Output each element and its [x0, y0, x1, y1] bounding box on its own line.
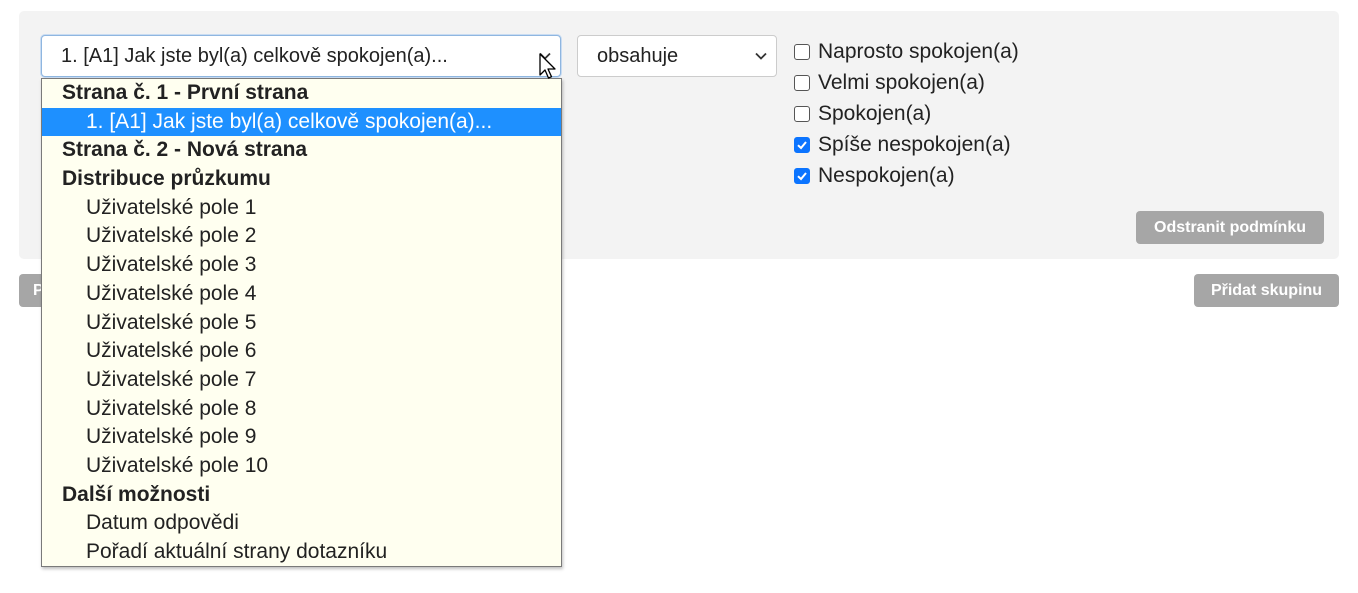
answer-option[interactable]: Nespokojen(a) — [793, 160, 1019, 191]
mouse-cursor-icon — [539, 53, 556, 79]
answer-checkbox[interactable] — [794, 167, 810, 184]
dropdown-option[interactable]: Uživatelské pole 7 — [42, 366, 561, 395]
answer-option[interactable]: Velmi spokojen(a) — [793, 67, 1019, 98]
checkmark-icon — [797, 171, 807, 180]
answer-checkbox[interactable] — [794, 136, 810, 153]
dropdown-option[interactable]: Uživatelské pole 8 — [42, 395, 561, 424]
chevron-down-icon — [755, 52, 767, 60]
question-select-value: 1. [A1] Jak jste byl(a) celkově spokojen… — [61, 45, 448, 67]
add-condition-button-label: P — [33, 282, 44, 299]
answer-checkbox[interactable] — [794, 105, 810, 122]
answer-checkbox[interactable] — [794, 43, 810, 60]
answer-option[interactable]: Naprosto spokojen(a) — [793, 36, 1019, 67]
dropdown-option[interactable]: Uživatelské pole 10 — [42, 452, 561, 481]
dropdown-option[interactable]: Pořadí aktuální strany dotazníku — [42, 538, 561, 567]
answer-label: Naprosto spokojen(a) — [818, 39, 1019, 63]
dropdown-option[interactable]: Uživatelské pole 9 — [42, 423, 561, 452]
answer-option[interactable]: Spokojen(a) — [793, 98, 1019, 129]
answer-label: Nespokojen(a) — [818, 163, 955, 187]
dropdown-option[interactable]: Uživatelské pole 4 — [42, 280, 561, 309]
add-group-button[interactable]: Přidat skupinu — [1194, 274, 1339, 307]
answer-checkbox-list: Naprosto spokojen(a) Velmi spokojen(a) Spo… — [793, 36, 1019, 191]
dropdown-option[interactable]: 1. [A1] Jak jste byl(a) celkově spokojen… — [42, 107, 561, 137]
dropdown-option[interactable]: Uživatelské pole 2 — [42, 222, 561, 251]
dropdown-group-header: Další možnosti — [62, 482, 211, 506]
checkmark-icon — [797, 140, 807, 149]
dropdown-option[interactable]: Datum odpovědi — [42, 509, 561, 538]
answer-label: Velmi spokojen(a) — [818, 70, 985, 94]
dropdown-option[interactable]: Uživatelské pole 6 — [42, 337, 561, 366]
question-select[interactable]: 1. [A1] Jak jste byl(a) celkově spokojen… — [41, 35, 561, 77]
operator-select-value: obsahuje — [597, 45, 679, 67]
remove-condition-button[interactable]: Odstranit podmínku — [1136, 211, 1324, 244]
answer-option[interactable]: Spíše nespokojen(a) — [793, 129, 1019, 160]
dropdown-option[interactable]: Uživatelské pole 5 — [42, 309, 561, 338]
dropdown-option[interactable]: Uživatelské pole 1 — [42, 194, 561, 223]
dropdown-option[interactable]: Uživatelské pole 3 — [42, 251, 561, 280]
operator-select[interactable]: obsahuje — [577, 35, 777, 77]
answer-label: Spokojen(a) — [818, 101, 932, 125]
dropdown-group-header: Strana č. 1 - První strana — [62, 81, 309, 104]
answer-label: Spíše nespokojen(a) — [818, 132, 1011, 156]
dropdown-group-header: Distribuce průzkumu — [62, 167, 271, 191]
dropdown-group-header: Strana č. 2 - Nová strana — [62, 138, 308, 162]
question-dropdown-list: Strana č. 1 - První strana 1. [A1] Jak js… — [41, 78, 562, 567]
answer-checkbox[interactable] — [794, 74, 810, 91]
